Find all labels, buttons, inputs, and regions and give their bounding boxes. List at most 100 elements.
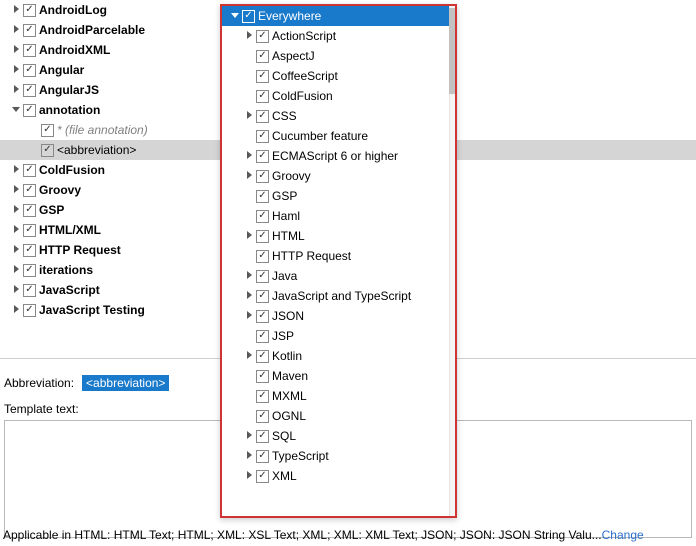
chevron-right-icon[interactable] xyxy=(242,149,256,163)
chevron-right-icon[interactable] xyxy=(9,23,23,37)
popup-item[interactable]: ▶GSP xyxy=(222,186,449,206)
chevron-right-icon[interactable] xyxy=(9,83,23,97)
popup-item[interactable]: ▶OGNL xyxy=(222,406,449,426)
popup-item[interactable]: ▶Haml xyxy=(222,206,449,226)
checkbox[interactable] xyxy=(256,30,269,43)
checkbox[interactable] xyxy=(23,264,36,277)
checkbox[interactable] xyxy=(23,224,36,237)
chevron-right-icon[interactable] xyxy=(242,169,256,183)
checkbox[interactable] xyxy=(256,310,269,323)
popup-item[interactable]: Groovy xyxy=(222,166,449,186)
chevron-right-icon[interactable] xyxy=(242,309,256,323)
popup-item[interactable]: Kotlin xyxy=(222,346,449,366)
checkbox[interactable] xyxy=(23,84,36,97)
checkbox[interactable] xyxy=(23,204,36,217)
chevron-right-icon[interactable] xyxy=(9,223,23,237)
popup-item[interactable]: ActionScript xyxy=(222,26,449,46)
checkbox[interactable] xyxy=(242,10,255,23)
chevron-down-icon[interactable] xyxy=(9,103,23,117)
popup-item[interactable]: TypeScript xyxy=(222,446,449,466)
tree-item-label: ColdFusion xyxy=(39,163,105,177)
checkbox[interactable] xyxy=(256,90,269,103)
chevron-right-icon[interactable] xyxy=(242,349,256,363)
checkbox[interactable] xyxy=(256,270,269,283)
checkbox[interactable] xyxy=(256,390,269,403)
chevron-right-icon[interactable] xyxy=(9,243,23,257)
checkbox[interactable] xyxy=(256,330,269,343)
checkbox[interactable] xyxy=(256,470,269,483)
checkbox[interactable] xyxy=(23,164,36,177)
chevron-right-icon[interactable] xyxy=(9,303,23,317)
checkbox[interactable] xyxy=(256,170,269,183)
change-link[interactable]: Change xyxy=(602,528,644,542)
applicable-text: Applicable in HTML: HTML Text; HTML; XML… xyxy=(3,528,602,542)
chevron-right-icon[interactable] xyxy=(242,469,256,483)
popup-item-everywhere[interactable]: Everywhere xyxy=(222,6,449,26)
checkbox[interactable] xyxy=(256,110,269,123)
chevron-right-icon[interactable] xyxy=(9,63,23,77)
chevron-right-icon[interactable] xyxy=(242,269,256,283)
popup-item[interactable]: ▶AspectJ xyxy=(222,46,449,66)
checkbox[interactable] xyxy=(23,244,36,257)
chevron-right-icon[interactable] xyxy=(242,449,256,463)
checkbox[interactable] xyxy=(256,50,269,63)
chevron-right-icon[interactable] xyxy=(9,183,23,197)
popup-item[interactable]: JSON xyxy=(222,306,449,326)
chevron-right-icon[interactable] xyxy=(9,3,23,17)
popup-item-label: ColdFusion xyxy=(272,89,333,103)
checkbox[interactable] xyxy=(23,304,36,317)
chevron-right-icon[interactable] xyxy=(242,229,256,243)
abbreviation-input[interactable]: <abbreviation> xyxy=(82,375,169,391)
chevron-right-icon[interactable] xyxy=(9,203,23,217)
scrollbar-thumb[interactable] xyxy=(449,8,455,94)
chevron-right-icon[interactable] xyxy=(242,109,256,123)
popup-item[interactable]: ▶HTTP Request xyxy=(222,246,449,266)
checkbox[interactable] xyxy=(256,370,269,383)
checkbox[interactable] xyxy=(256,210,269,223)
popup-item[interactable]: CSS xyxy=(222,106,449,126)
checkbox[interactable] xyxy=(256,410,269,423)
checkbox[interactable] xyxy=(41,144,54,157)
checkbox[interactable] xyxy=(23,44,36,57)
chevron-down-icon[interactable] xyxy=(228,9,242,23)
popup-item[interactable]: JavaScript and TypeScript xyxy=(222,286,449,306)
chevron-right-icon[interactable] xyxy=(9,283,23,297)
chevron-right-icon[interactable] xyxy=(242,289,256,303)
popup-item[interactable]: ▶CoffeeScript xyxy=(222,66,449,86)
popup-item[interactable]: ▶JSP xyxy=(222,326,449,346)
tree-item-label: Angular xyxy=(39,63,84,77)
footer: Applicable in HTML: HTML Text; HTML; XML… xyxy=(3,525,693,545)
popup-item[interactable]: ▶Maven xyxy=(222,366,449,386)
checkbox[interactable] xyxy=(256,230,269,243)
checkbox[interactable] xyxy=(256,190,269,203)
popup-item[interactable]: ▶MXML xyxy=(222,386,449,406)
chevron-right-icon[interactable] xyxy=(242,429,256,443)
checkbox[interactable] xyxy=(256,290,269,303)
checkbox[interactable] xyxy=(256,350,269,363)
checkbox[interactable] xyxy=(256,450,269,463)
chevron-right-icon[interactable] xyxy=(242,29,256,43)
checkbox[interactable] xyxy=(256,430,269,443)
popup-item[interactable]: SQL xyxy=(222,426,449,446)
checkbox[interactable] xyxy=(41,124,54,137)
checkbox[interactable] xyxy=(256,250,269,263)
chevron-right-icon[interactable] xyxy=(9,263,23,277)
popup-item[interactable]: ▶ColdFusion xyxy=(222,86,449,106)
checkbox[interactable] xyxy=(256,70,269,83)
checkbox[interactable] xyxy=(23,64,36,77)
popup-item[interactable]: XML xyxy=(222,466,449,486)
checkbox[interactable] xyxy=(256,150,269,163)
chevron-right-icon[interactable] xyxy=(9,43,23,57)
chevron-right-icon[interactable] xyxy=(9,163,23,177)
popup-item[interactable]: ▶Cucumber feature xyxy=(222,126,449,146)
checkbox[interactable] xyxy=(23,104,36,117)
checkbox[interactable] xyxy=(23,4,36,17)
checkbox[interactable] xyxy=(256,130,269,143)
checkbox[interactable] xyxy=(23,184,36,197)
checkbox[interactable] xyxy=(23,284,36,297)
checkbox[interactable] xyxy=(23,24,36,37)
popup-item[interactable]: Java xyxy=(222,266,449,286)
popup-item[interactable]: ECMAScript 6 or higher xyxy=(222,146,449,166)
popup-item[interactable]: HTML xyxy=(222,226,449,246)
popup-scrollbar[interactable] xyxy=(449,6,455,516)
